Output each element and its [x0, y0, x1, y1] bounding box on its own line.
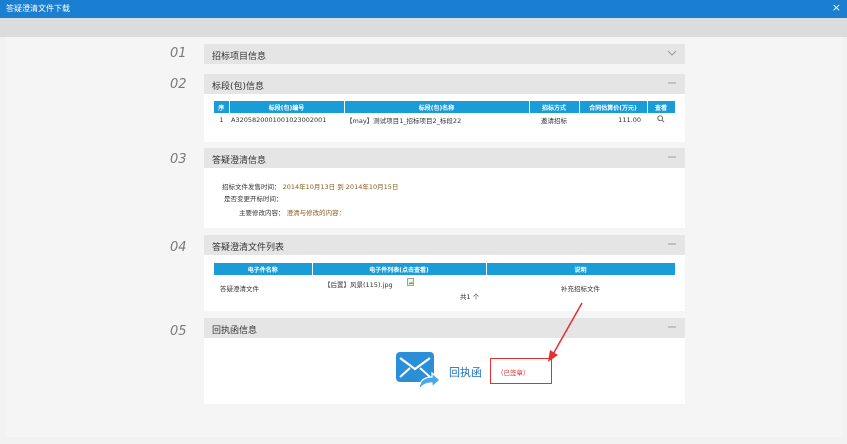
panel-header[interactable]: 标段(包)信息 — [204, 74, 685, 94]
receipt-status: （已签章） — [497, 369, 530, 377]
column-header: 合同估算价(万元) — [579, 101, 648, 113]
window-title: 答疑澄清文件下载 — [6, 4, 70, 13]
column-header: 查看 — [647, 101, 676, 113]
collapse-icon[interactable] — [667, 78, 677, 88]
file-table: 电子件名称 电子件列表(点击查看) 说明 答疑澄清文件 【后置】风景(115).… — [214, 263, 676, 301]
image-file-icon[interactable] — [407, 278, 414, 286]
search-icon[interactable] — [657, 114, 665, 123]
table-header-row: 电子件名称 电子件列表(点击查看) 说明 — [214, 263, 676, 275]
panel-bid-section: 标段(包)信息 序 标段(包)编号 标段(包)名称 招标方式 合同估算价(万元)… — [204, 74, 685, 142]
window-titlebar: 答疑澄清文件下载 × — [0, 0, 847, 18]
column-header: 电子件列表(点击查看) — [312, 263, 487, 275]
section-number-02: 02 — [170, 77, 187, 92]
annotation-arrow — [548, 302, 583, 362]
panel-header[interactable]: 答疑澄清文件列表 — [204, 235, 685, 255]
section-number-04: 04 — [170, 240, 187, 255]
column-header: 标段(包)名称 — [344, 101, 530, 113]
panel-title: 答疑澄清信息 — [212, 156, 267, 166]
panel-header[interactable]: 答疑澄清信息 — [204, 148, 685, 168]
column-header: 说明 — [486, 263, 676, 275]
file-name: 答疑澄清文件 — [220, 285, 259, 293]
column-header: 序 — [214, 101, 230, 113]
column-header: 电子件名称 — [214, 263, 313, 275]
change-time-label: 是否变更开标时间： — [224, 195, 283, 203]
file-desc: 补充招标文件 — [561, 285, 600, 293]
toolbar-strip — [0, 18, 847, 37]
panel-title: 招标项目信息 — [212, 52, 267, 62]
panel-file-list: 答疑澄清文件列表 电子件名称 电子件列表(点击查看) 说明 答疑澄清文件 【后置… — [204, 235, 685, 311]
content-label: 主要修改内容： — [239, 209, 285, 217]
panel-clarification: 答疑澄清信息 招标文件发售时间： 2014年10月13日 到 2014年10月1… — [204, 148, 685, 228]
view-cell — [647, 113, 675, 126]
sale-time-value: 2014年10月13日 到 2014年10月15日 — [282, 183, 399, 191]
change-time-row: 是否变更开标时间： — [224, 193, 283, 203]
row-method: 邀请招标 — [541, 116, 567, 125]
panel-title: 回执函信息 — [212, 326, 258, 336]
chevron-down-icon[interactable] — [667, 48, 677, 58]
panel-project-info: 招标项目信息 — [204, 44, 685, 64]
panel-header[interactable]: 回执函信息 — [204, 318, 685, 338]
panel-title: 答疑澄清文件列表 — [212, 243, 285, 253]
file-count: 共1 个 — [460, 293, 480, 301]
sale-time-row: 招标文件发售时间： 2014年10月13日 到 2014年10月15日 — [222, 181, 398, 191]
row-price: 111.00 — [618, 115, 641, 124]
bid-section-table: 序 标段(包)编号 标段(包)名称 招标方式 合同估算价(万元) 查看 1 A3… — [214, 101, 676, 126]
column-header: 招标方式 — [529, 101, 580, 113]
row-name: 【may】测试项目1_招标项目2_标段22 — [346, 116, 462, 125]
collapse-icon[interactable] — [667, 152, 677, 162]
content-value: 澄清与修改的内容： — [286, 209, 346, 217]
row-seq: 1 — [219, 115, 224, 124]
table-row: 1 A3205820001001023002001 【may】测试项目1_招标项… — [214, 113, 675, 126]
close-icon[interactable]: × — [832, 1, 841, 15]
row-code: A3205820001001023002001 — [231, 115, 327, 124]
sale-time-label: 招标文件发售时间： — [222, 183, 281, 191]
collapse-icon[interactable] — [667, 239, 677, 249]
envelope-icon[interactable] — [395, 350, 441, 392]
section-number-01: 01 — [170, 46, 187, 61]
panel-title: 标段(包)信息 — [212, 82, 265, 92]
section-number-03: 03 — [170, 152, 187, 167]
file-link[interactable]: 【后置】风景(115).jpg — [324, 279, 393, 289]
receipt-link[interactable]: 回执函 — [449, 364, 482, 380]
panel-receipt: 回执函信息 回执函 （已签章） — [204, 318, 685, 404]
collapse-icon[interactable] — [667, 322, 677, 332]
section-number-05: 05 — [170, 324, 187, 339]
file-cell: 【后置】风景(115).jpg 共1 个 — [312, 275, 486, 301]
content-row: 主要修改内容： 澄清与修改的内容： — [239, 207, 345, 217]
panel-header[interactable]: 招标项目信息 — [204, 44, 685, 64]
column-header: 标段(包)编号 — [229, 101, 345, 113]
table-row: 答疑澄清文件 【后置】风景(115).jpg 共1 个 补充招标文件 — [214, 275, 675, 301]
table-header-row: 序 标段(包)编号 标段(包)名称 招标方式 合同估算价(万元) 查看 — [214, 101, 676, 113]
